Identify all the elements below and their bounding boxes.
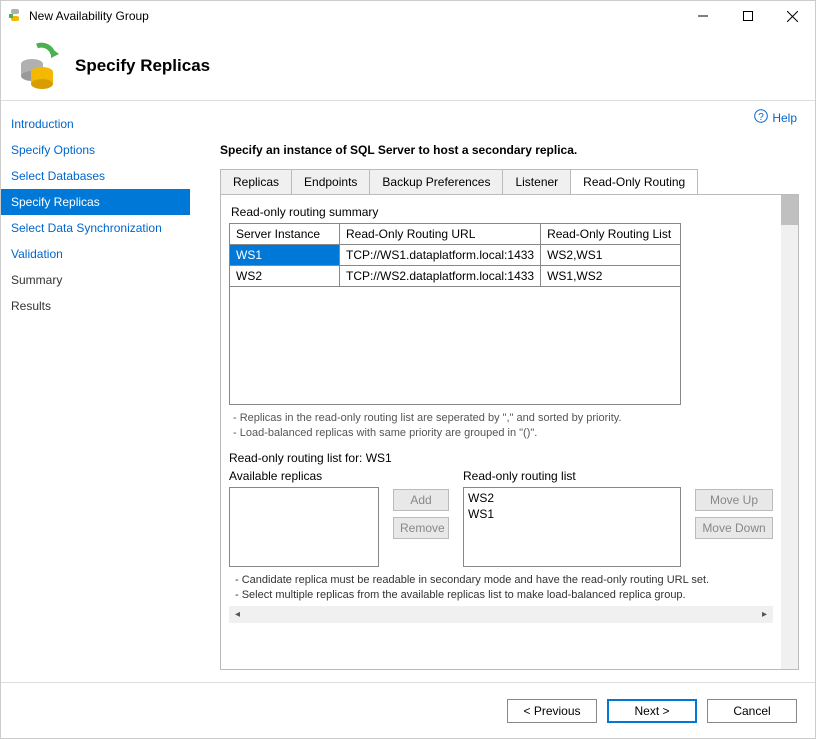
tab-content: Read-only routing summary Server Instanc… [220,194,799,670]
routing-summary-label: Read-only routing summary [229,203,773,223]
available-column: Available replicas [229,469,379,567]
hint-line: - Select multiple replicas from the avai… [235,588,771,603]
cancel-button[interactable]: Cancel [707,699,797,723]
dialog-body: Introduction Specify Options Select Data… [1,101,815,682]
cell-instance: WS1 [230,245,340,266]
next-button[interactable]: Next > [607,699,697,723]
wizard-icon [15,42,63,90]
table-row[interactable]: WS1 TCP://WS1.dataplatform.local:1433 WS… [230,245,681,266]
move-up-button[interactable]: Move Up [695,489,773,511]
sidebar-item-select-databases[interactable]: Select Databases [1,163,190,189]
help-icon: ? [754,109,768,126]
sidebar-item-specify-options[interactable]: Specify Options [1,137,190,163]
tab-endpoints[interactable]: Endpoints [291,169,370,194]
cell-url: TCP://WS2.dataplatform.local:1433 [340,266,541,287]
svg-text:?: ? [759,112,765,123]
add-button[interactable]: Add [393,489,449,511]
tab-strip: Replicas Endpoints Backup Preferences Li… [220,169,799,194]
col-routing-list[interactable]: Read-Only Routing List [541,224,681,245]
scroll-thumb[interactable] [781,195,798,225]
dialog-window: New Availability Group Specify Replicas … [0,0,816,739]
tab-listener[interactable]: Listener [502,169,571,194]
available-replicas-listbox[interactable] [229,487,379,567]
window-title: New Availability Group [29,9,680,23]
help-link[interactable]: ? Help [754,109,797,126]
summary-empty-area [229,287,681,405]
dual-list-panel: Available replicas Add Remove Read-only … [229,469,773,567]
summary-hints: - Replicas in the read-only routing list… [229,405,773,445]
sidebar-item-summary[interactable]: Summary [1,267,190,293]
previous-button[interactable]: < Previous [507,699,597,723]
list-item[interactable]: WS1 [468,506,676,522]
wizard-steps-sidebar: Introduction Specify Options Select Data… [1,101,190,682]
cell-list: WS2,WS1 [541,245,681,266]
table-row[interactable]: WS2 TCP://WS2.dataplatform.local:1433 WS… [230,266,681,287]
sidebar-item-select-data-sync[interactable]: Select Data Synchronization [1,215,190,241]
dialog-footer: < Previous Next > Cancel [1,682,815,738]
instruction-text: Specify an instance of SQL Server to hos… [220,143,799,157]
move-down-button[interactable]: Move Down [695,517,773,539]
app-icon [7,8,23,24]
scroll-left-arrow[interactable]: ◂ [229,606,246,623]
sidebar-item-specify-replicas[interactable]: Specify Replicas [1,189,190,215]
routing-list-for-label: Read-only routing list for: WS1 [229,451,773,465]
remove-button[interactable]: Remove [393,517,449,539]
col-routing-url[interactable]: Read-Only Routing URL [340,224,541,245]
hint-line: - Candidate replica must be readable in … [235,573,771,588]
page-title: Specify Replicas [75,56,210,76]
hint-line: - Load-balanced replicas with same prior… [233,426,769,441]
routing-list-label: Read-only routing list [463,469,681,483]
tab-replicas[interactable]: Replicas [220,169,292,194]
titlebar: New Availability Group [1,1,815,31]
close-button[interactable] [770,1,815,31]
sidebar-item-validation[interactable]: Validation [1,241,190,267]
page-header: Specify Replicas [1,31,815,101]
add-remove-buttons: Add Remove [393,489,449,539]
col-server-instance[interactable]: Server Instance [230,224,340,245]
scroll-track[interactable] [246,606,756,623]
vertical-scrollbar[interactable] [781,195,798,669]
hint-line: - Replicas in the read-only routing list… [233,411,769,426]
sidebar-item-introduction[interactable]: Introduction [1,111,190,137]
tab-scroll-area: Read-only routing summary Server Instanc… [221,195,781,669]
maximize-button[interactable] [725,1,770,31]
horizontal-scrollbar[interactable]: ◂ ▸ [229,606,773,623]
routing-hints: - Candidate replica must be readable in … [229,567,773,605]
routing-summary-table: Server Instance Read-Only Routing URL Re… [229,223,681,287]
help-label: Help [772,111,797,125]
tab-read-only-routing[interactable]: Read-Only Routing [570,169,698,194]
routing-list-column: Read-only routing list WS2 WS1 [463,469,681,567]
sidebar-item-results[interactable]: Results [1,293,190,319]
move-buttons: Move Up Move Down [695,489,773,539]
cell-url: TCP://WS1.dataplatform.local:1433 [340,245,541,266]
tab-backup-preferences[interactable]: Backup Preferences [369,169,503,194]
minimize-button[interactable] [680,1,725,31]
available-replicas-label: Available replicas [229,469,379,483]
list-item[interactable]: WS2 [468,490,676,506]
main-panel: ? Help Specify an instance of SQL Server… [190,101,815,682]
routing-list-listbox[interactable]: WS2 WS1 [463,487,681,567]
table-header-row: Server Instance Read-Only Routing URL Re… [230,224,681,245]
scroll-right-arrow[interactable]: ▸ [756,606,773,623]
cell-list: WS1,WS2 [541,266,681,287]
cell-instance: WS2 [230,266,340,287]
